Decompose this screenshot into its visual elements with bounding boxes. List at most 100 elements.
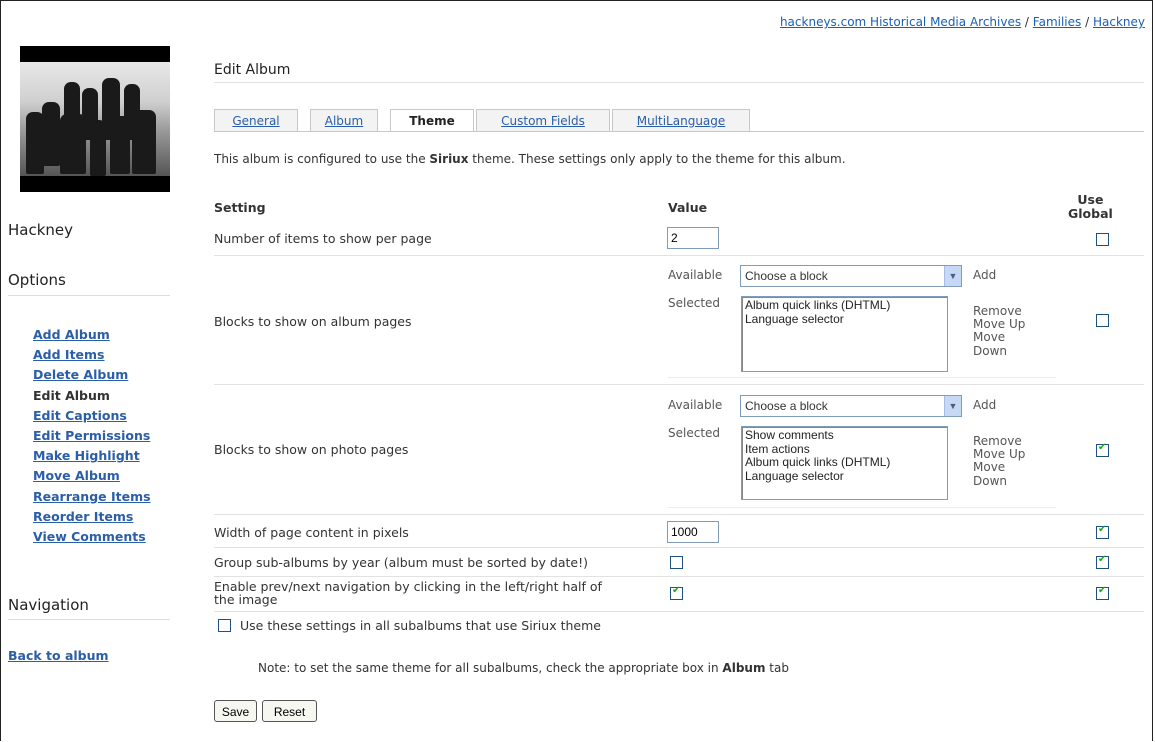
album-blocks-select-value: Choose a block [745, 269, 828, 283]
apply-subalbums-checkbox[interactable] [218, 619, 231, 632]
family-photo [20, 62, 170, 176]
page-width-input[interactable] [667, 521, 719, 543]
options-title: Options [8, 271, 66, 289]
album-blocks-add-link[interactable]: Add [973, 268, 996, 282]
prev-next-label-line2: the image [214, 592, 278, 607]
navigation-title: Navigation [8, 596, 89, 614]
tab-theme-label: Theme [409, 114, 455, 128]
option-view-comments[interactable]: View Comments [33, 527, 151, 547]
photo-blocks-selected-list[interactable]: Show comments Item actions Album quick lin… [741, 426, 948, 500]
album-blocks-select[interactable]: Choose a block ▼ [740, 265, 962, 287]
prev-next-checkbox[interactable] [670, 585, 683, 600]
block-divider [668, 507, 1056, 508]
album-blocks-move-down-link[interactable]: Move Down [973, 330, 1025, 358]
album-blocks-selected-label: Selected [668, 296, 721, 310]
tab-baseline [214, 131, 1144, 132]
row-divider [214, 255, 1144, 256]
setting-label-photo-blocks: Blocks to show on photo pages [214, 442, 409, 457]
tab-album-label[interactable]: Album [325, 114, 363, 128]
photo-blocks-select[interactable]: Choose a block ▼ [740, 395, 962, 417]
use-global-page-width-checkbox[interactable] [1096, 524, 1109, 539]
reset-button[interactable]: Reset [262, 700, 317, 722]
tab-custom-fields-label[interactable]: Custom Fields [501, 114, 585, 128]
photo-blocks-available-label: Available [668, 398, 723, 412]
block-divider [668, 377, 1056, 378]
back-to-album-link[interactable]: Back to album [8, 648, 109, 663]
use-global-items-per-page-checkbox[interactable] [1096, 233, 1109, 246]
option-make-highlight[interactable]: Make Highlight [33, 446, 151, 466]
breadcrumb-link-archives[interactable]: hackneys.com Historical Media Archives [780, 15, 1021, 29]
theme-intro: This album is configured to use the Siri… [214, 152, 846, 166]
list-item[interactable]: Item actions [745, 442, 944, 457]
use-global-group-by-year-checkbox[interactable] [1096, 554, 1109, 569]
move-down-line1: Move [973, 460, 1006, 475]
options-divider [8, 295, 170, 296]
row-divider [214, 547, 1144, 548]
album-thumbnail[interactable] [20, 46, 170, 192]
setting-label-prev-next: Enable prev/next navigation by clicking … [214, 580, 602, 606]
save-button[interactable]: Save [214, 700, 257, 722]
album-blocks-selected-list[interactable]: Album quick links (DHTML) Language select… [741, 296, 948, 372]
column-setting: Setting [214, 200, 266, 215]
intro-text-end: theme. These settings only apply to the … [468, 152, 846, 166]
subalbums-note: Note: to set the same theme for all suba… [258, 661, 789, 675]
chevron-down-icon[interactable]: ▼ [944, 266, 961, 286]
album-title: Hackney [8, 221, 74, 239]
breadcrumb-link-families[interactable]: Families [1033, 15, 1081, 29]
option-edit-album: Edit Album [33, 387, 110, 403]
group-by-year-checkbox[interactable] [670, 556, 683, 569]
theme-name: Siriux [429, 152, 469, 166]
album-blocks-actions: Remove Move Up Move Down [973, 304, 1025, 358]
note-text-end: tab [765, 661, 789, 675]
list-item[interactable]: Show comments [745, 428, 944, 443]
tab-album[interactable]: Album [310, 109, 378, 131]
page-title: Edit Album [214, 62, 291, 78]
items-per-page-input[interactable] [667, 227, 719, 249]
photo-blocks-actions: Remove Move Up Move Down [973, 434, 1025, 488]
use-global-album-blocks-checkbox[interactable] [1096, 314, 1109, 327]
photo-blocks-selected-label: Selected [668, 426, 721, 440]
use-global-photo-blocks-checkbox[interactable] [1096, 442, 1109, 457]
option-edit-permissions[interactable]: Edit Permissions [33, 426, 151, 446]
photo-blocks-add-link[interactable]: Add [973, 398, 996, 412]
column-use-global: Use Global [1068, 193, 1113, 221]
apply-subalbums-label: Use these settings in all subalbums that… [240, 618, 601, 633]
row-divider [214, 514, 1144, 515]
tab-multilanguage-label[interactable]: MultiLanguage [637, 114, 726, 128]
use-global-prev-next-checkbox[interactable] [1096, 585, 1109, 600]
list-item[interactable]: Language selector [745, 312, 944, 327]
option-delete-album[interactable]: Delete Album [33, 365, 151, 385]
chevron-down-icon[interactable]: ▼ [944, 396, 961, 416]
option-move-album[interactable]: Move Album [33, 466, 151, 486]
list-item[interactable]: Language selector [745, 469, 944, 484]
album-blocks-available-label: Available [668, 268, 723, 282]
row-divider [214, 611, 1144, 612]
setting-label-page-width: Width of page content in pixels [214, 525, 409, 540]
column-use-global-line1: Use [1077, 192, 1104, 207]
tab-custom-fields[interactable]: Custom Fields [476, 109, 610, 131]
tab-general-label[interactable]: General [232, 114, 279, 128]
breadcrumb-separator: / [1085, 15, 1090, 29]
option-add-album[interactable]: Add Album [33, 325, 151, 345]
breadcrumb-separator: / [1024, 15, 1029, 29]
tab-theme[interactable]: Theme [390, 109, 474, 132]
option-rearrange-items[interactable]: Rearrange Items [33, 487, 151, 507]
move-down-line1: Move [973, 330, 1006, 345]
note-text: Note: to set the same theme for all suba… [258, 661, 723, 675]
tab-general[interactable]: General [214, 109, 298, 131]
list-item[interactable]: Album quick links (DHTML) [745, 455, 944, 470]
back-to-album: Back to album [8, 648, 109, 663]
photo-blocks-move-down-link[interactable]: Move Down [973, 460, 1025, 488]
row-divider [214, 384, 1144, 385]
heading-divider [214, 82, 1144, 83]
setting-label-album-blocks: Blocks to show on album pages [214, 314, 412, 329]
option-add-items[interactable]: Add Items [33, 345, 151, 365]
breadcrumb-link-hackney[interactable]: Hackney [1093, 15, 1145, 29]
tab-multilanguage[interactable]: MultiLanguage [612, 109, 750, 131]
option-edit-captions[interactable]: Edit Captions [33, 406, 151, 426]
option-reorder-items[interactable]: Reorder Items [33, 507, 151, 527]
list-item[interactable]: Album quick links (DHTML) [745, 298, 944, 313]
row-divider [214, 576, 1144, 577]
intro-text: This album is configured to use the [214, 152, 430, 166]
note-album-tab: Album [722, 661, 766, 675]
